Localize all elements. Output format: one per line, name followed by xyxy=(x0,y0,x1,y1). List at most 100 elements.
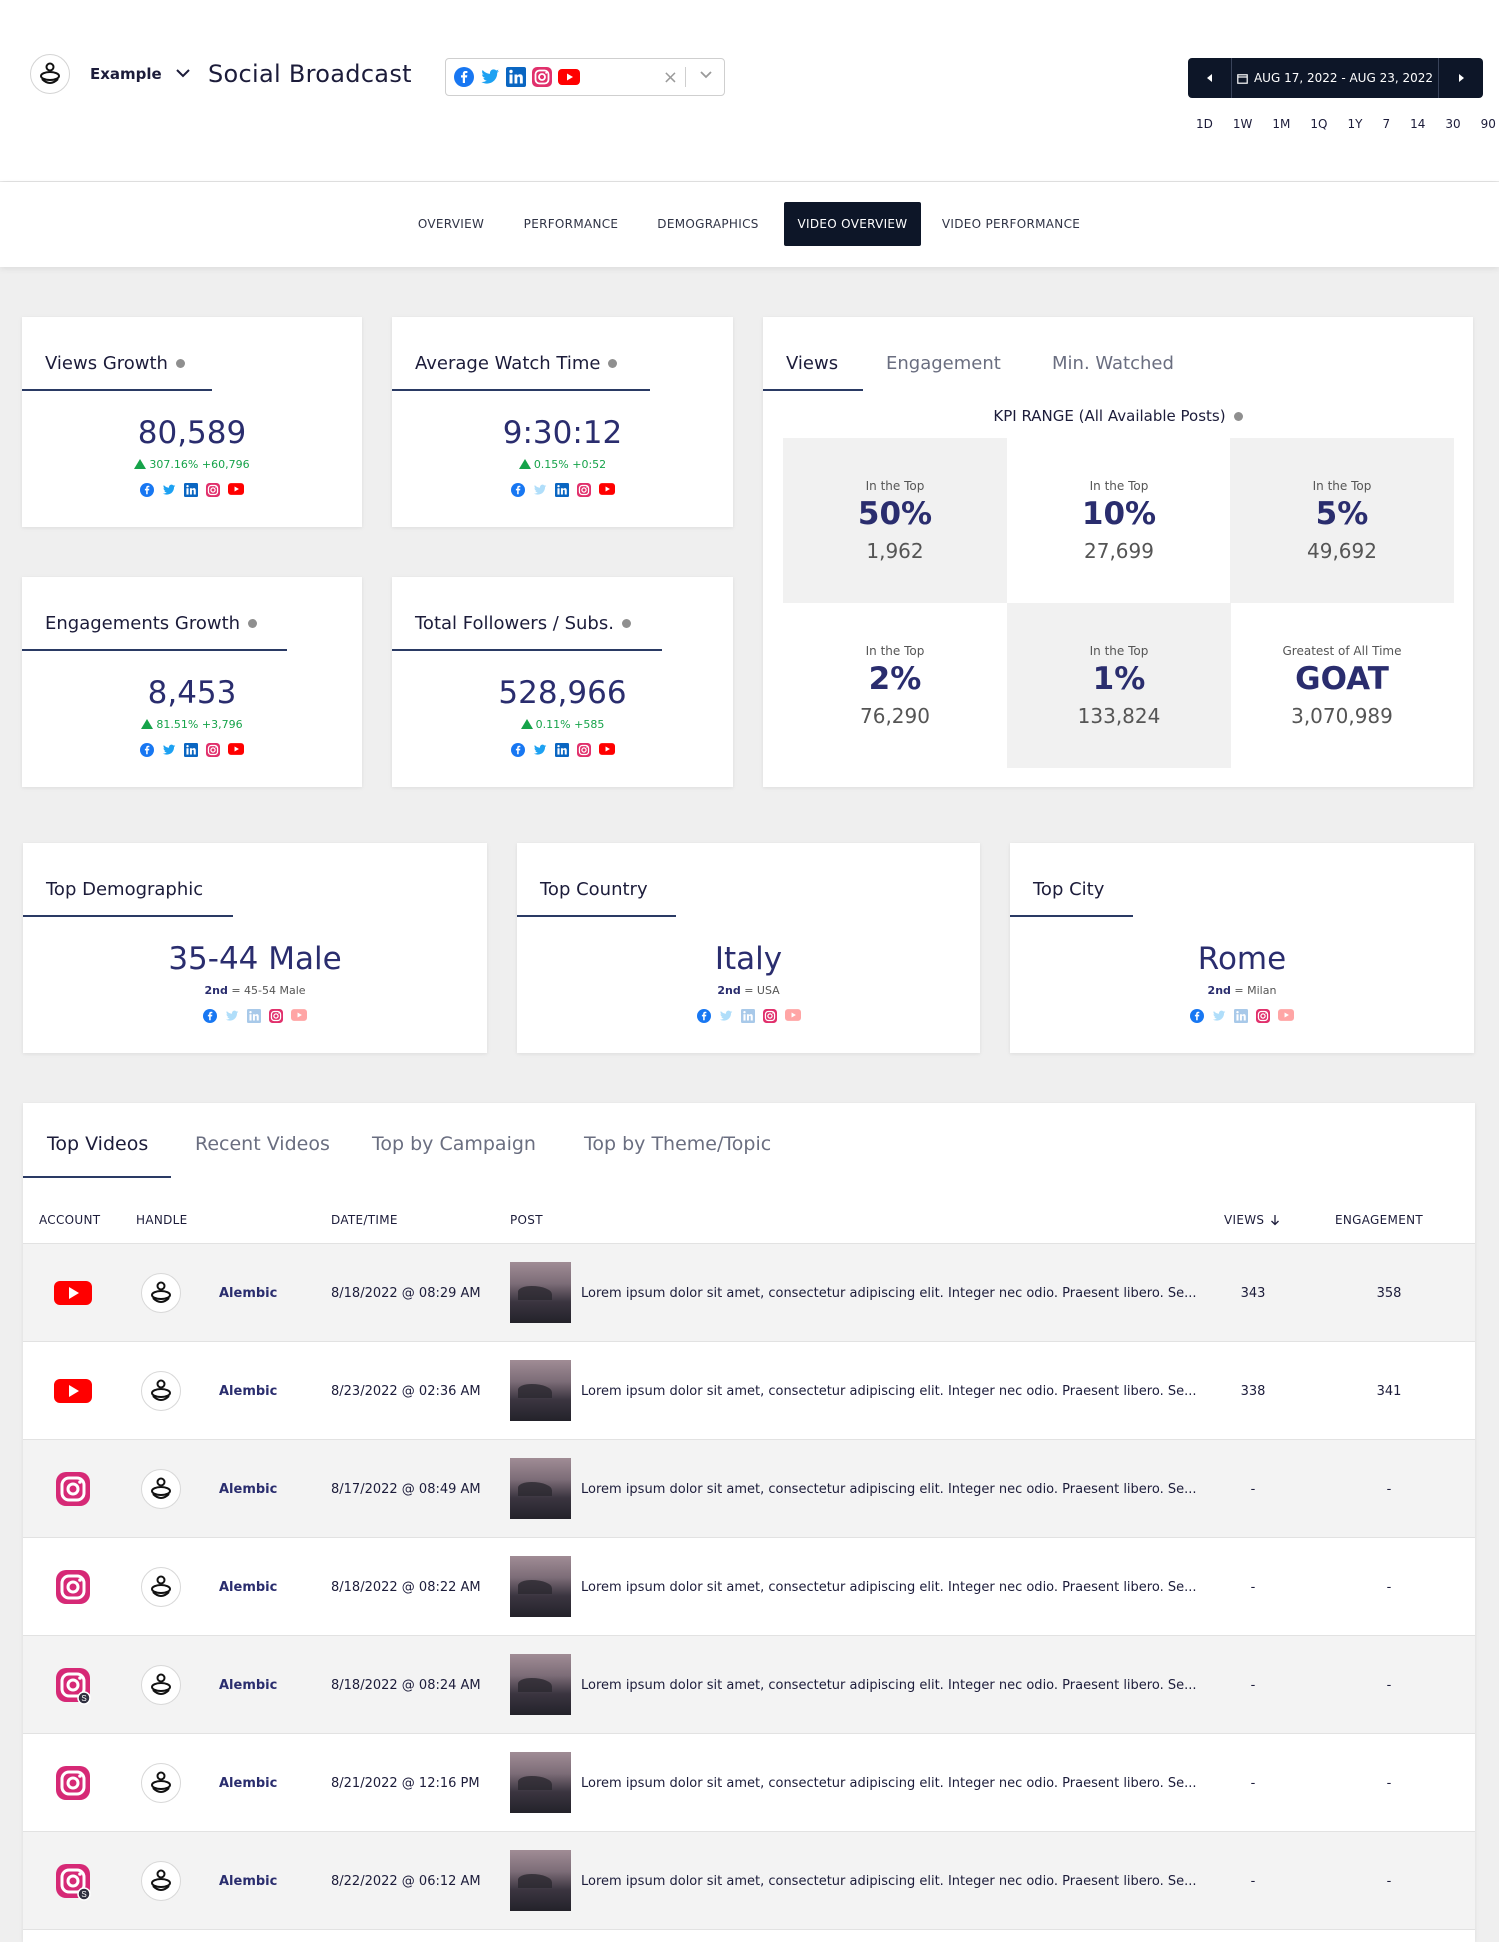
table-row[interactable]: Alembic 8/18/2022 @ 08:29 AM Lorem ipsum… xyxy=(23,1244,1475,1342)
select-divider xyxy=(685,67,686,87)
top-demographic-title: Top Demographic xyxy=(46,879,204,900)
views-value: - xyxy=(1250,1776,1256,1791)
instagram-icon xyxy=(206,743,220,757)
handle-avatar xyxy=(141,1273,181,1313)
kpi-tab-min-watched[interactable]: Min. Watched xyxy=(1052,353,1174,374)
tab-performance[interactable]: PERFORMANCE xyxy=(515,202,627,246)
handle-name[interactable]: Alembic xyxy=(219,1286,277,1301)
column-header-account[interactable]: ACCOUNT xyxy=(39,1213,100,1227)
instagram-story-icon: S xyxy=(56,1668,91,1705)
table-row[interactable]: S Alembic 8/22/2022 @ 06:12 AM Lorem ips… xyxy=(23,1832,1475,1930)
post-datetime: 8/23/2022 @ 02:36 AM xyxy=(331,1384,481,1399)
video-thumbnail[interactable] xyxy=(510,1360,571,1421)
kpi-range-subtitle-text: KPI RANGE (All Available Posts) xyxy=(993,407,1226,425)
info-icon[interactable] xyxy=(248,619,258,628)
linkedin-icon xyxy=(740,1009,755,1023)
tab-video-performance[interactable]: VIDEO PERFORMANCE xyxy=(938,202,1084,246)
table-row[interactable]: Alembic 8/23/2022 @ 02:36 AM Lorem ipsum… xyxy=(23,1342,1475,1440)
kpi-cell-percent: 50% xyxy=(857,496,933,532)
org-name[interactable]: Example xyxy=(90,65,162,83)
post-text[interactable]: Lorem ipsum dolor sit amet, consectetur … xyxy=(581,1776,1201,1791)
tab-top-videos[interactable]: Top Videos xyxy=(47,1133,148,1155)
post-text[interactable]: Lorem ipsum dolor sit amet, consectetur … xyxy=(581,1874,1201,1889)
tab-overview[interactable]: OVERVIEW xyxy=(405,202,497,246)
quick-range-1w[interactable]: 1W xyxy=(1233,117,1253,131)
clear-selection-icon[interactable]: × xyxy=(663,67,678,88)
table-row[interactable]: Alembic 8/17/2022 @ 08:49 AM Lorem ipsum… xyxy=(23,1440,1475,1538)
linkedin-icon xyxy=(1234,1009,1248,1023)
table-row[interactable]: Alembic 8/21/2022 @ 12:16 PM Lorem ipsum… xyxy=(23,1734,1475,1832)
post-text[interactable]: Lorem ipsum dolor sit amet, consectetur … xyxy=(581,1384,1201,1399)
handle-name[interactable]: Alembic xyxy=(219,1776,277,1791)
info-icon[interactable] xyxy=(175,359,185,368)
date-range-button[interactable]: AUG 17, 2022 - AUG 23, 2022 xyxy=(1232,58,1438,98)
post-text[interactable]: Lorem ipsum dolor sit amet, consectetur … xyxy=(581,1286,1201,1301)
post-text[interactable]: Lorem ipsum dolor sit amet, consectetur … xyxy=(581,1580,1201,1595)
quick-range-1y[interactable]: 1Y xyxy=(1347,117,1362,131)
tab-demographics[interactable]: DEMOGRAPHICS xyxy=(648,202,768,246)
column-header-views[interactable]: VIEWS xyxy=(1224,1213,1280,1227)
tab-video-overview[interactable]: VIDEO OVERVIEW xyxy=(784,202,921,246)
video-thumbnail[interactable] xyxy=(510,1262,571,1323)
column-header-post[interactable]: POST xyxy=(510,1213,543,1227)
engagements-growth-delta-text: 81.51% +3,796 xyxy=(156,718,243,731)
quick-range-30[interactable]: 30 xyxy=(1445,117,1460,131)
kpi-tab-views[interactable]: Views xyxy=(786,353,838,374)
kpi-tab-engagement[interactable]: Engagement xyxy=(886,353,1001,374)
kpi-cell-value: 133,824 xyxy=(1077,704,1161,728)
platform-icons xyxy=(23,1009,487,1023)
kpi-cell-label: In the Top xyxy=(865,644,925,658)
twitter-icon xyxy=(533,744,546,755)
views-growth-delta: 307.16% +60,796 xyxy=(22,458,362,471)
instagram-icon xyxy=(269,1009,283,1023)
previous-range-button[interactable] xyxy=(1188,58,1232,98)
chevron-down-icon[interactable] xyxy=(700,71,712,79)
tab-top-by-campaign[interactable]: Top by Campaign xyxy=(372,1133,536,1155)
column-header-engagement[interactable]: ENGAGEMENT xyxy=(1335,1213,1423,1227)
quick-range-7[interactable]: 7 xyxy=(1382,117,1390,131)
post-text[interactable]: Lorem ipsum dolor sit amet, consectetur … xyxy=(581,1482,1201,1497)
total-followers-title: Total Followers / Subs. xyxy=(415,613,614,634)
handle-name[interactable]: Alembic xyxy=(219,1482,277,1497)
caret-right-icon xyxy=(1459,74,1464,82)
account-platform xyxy=(53,1469,93,1509)
quick-range-1m[interactable]: 1M xyxy=(1272,117,1290,131)
caret-left-icon xyxy=(1206,74,1212,82)
card-title: Average Watch Time xyxy=(415,353,618,374)
next-range-button[interactable] xyxy=(1438,58,1483,98)
column-header-handle[interactable]: HANDLE xyxy=(136,1213,188,1227)
video-thumbnail[interactable] xyxy=(510,1752,571,1813)
platform-filter-select[interactable]: × xyxy=(445,58,725,96)
quick-range-options: 1D 1W 1M 1Q 1Y 7 14 30 90 xyxy=(1196,117,1496,131)
tab-recent-videos[interactable]: Recent Videos xyxy=(195,1133,330,1155)
info-icon[interactable] xyxy=(621,619,631,628)
quick-range-14[interactable]: 14 xyxy=(1410,117,1425,131)
info-icon[interactable] xyxy=(1233,411,1243,421)
handle-name[interactable]: Alembic xyxy=(219,1874,277,1889)
handle-name[interactable]: Alembic xyxy=(219,1580,277,1595)
instagram-icon xyxy=(576,483,591,497)
quick-range-1d[interactable]: 1D xyxy=(1196,117,1213,131)
quick-range-90[interactable]: 90 xyxy=(1481,117,1496,131)
video-thumbnail[interactable] xyxy=(510,1850,571,1911)
table-row[interactable]: S Alembic 8/18/2022 @ 08:24 AM Lorem ips… xyxy=(23,1636,1475,1734)
handle-name[interactable]: Alembic xyxy=(219,1384,277,1399)
avg-watch-time-title: Average Watch Time xyxy=(415,353,601,374)
handle-name[interactable]: Alembic xyxy=(219,1678,277,1693)
quick-range-1q[interactable]: 1Q xyxy=(1310,117,1327,131)
alembic-logo-icon xyxy=(151,1673,171,1695)
video-thumbnail[interactable] xyxy=(510,1556,571,1617)
video-thumbnail[interactable] xyxy=(510,1654,571,1715)
alembic-logo-icon xyxy=(151,1771,171,1793)
twitter-icon xyxy=(162,484,176,495)
info-icon[interactable] xyxy=(608,359,618,368)
platform-icons xyxy=(22,483,362,497)
tab-top-by-theme-topic[interactable]: Top by Theme/Topic xyxy=(584,1133,771,1155)
video-thumbnail[interactable] xyxy=(510,1458,571,1519)
post-text[interactable]: Lorem ipsum dolor sit amet, consectetur … xyxy=(581,1678,1201,1693)
youtube-icon xyxy=(1278,1009,1294,1021)
chevron-down-icon[interactable] xyxy=(176,68,190,78)
org-logo[interactable] xyxy=(30,54,70,94)
table-row[interactable]: Alembic 8/18/2022 @ 08:22 AM Lorem ipsum… xyxy=(23,1538,1475,1636)
column-header-datetime[interactable]: DATE/TIME xyxy=(331,1213,398,1227)
